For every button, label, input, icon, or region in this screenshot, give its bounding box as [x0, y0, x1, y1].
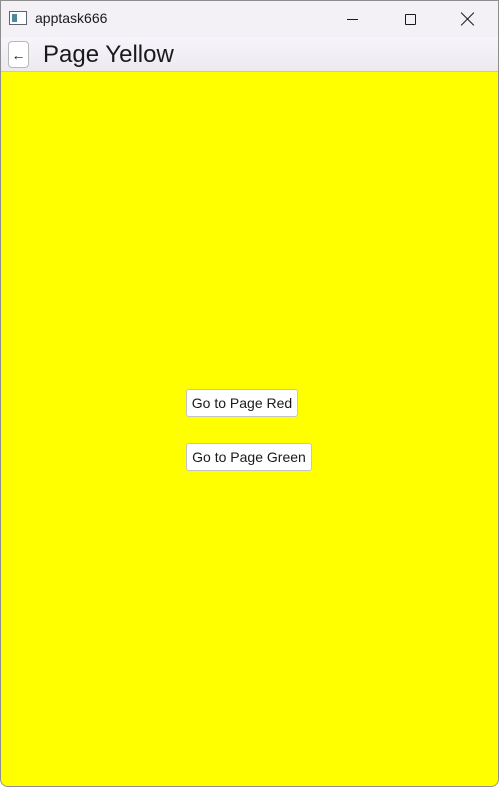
- minimize-button[interactable]: [323, 1, 381, 37]
- close-icon: [461, 12, 475, 26]
- close-button[interactable]: [439, 1, 497, 37]
- back-button[interactable]: ←: [8, 41, 29, 68]
- go-to-page-red-button[interactable]: Go to Page Red: [186, 389, 298, 417]
- window-title: apptask666: [35, 10, 108, 26]
- maximize-button[interactable]: [381, 1, 439, 37]
- page-content: Go to Page Red Go to Page Green: [1, 72, 498, 786]
- app-window: apptask666 ← Page Yellow Go to Page Red …: [0, 0, 499, 787]
- minimize-icon: [346, 18, 358, 20]
- maximize-icon: [404, 13, 416, 25]
- app-icon: [9, 11, 27, 25]
- title-bar[interactable]: apptask666: [1, 1, 498, 37]
- navigation-bar: ← Page Yellow: [1, 37, 498, 72]
- page-title: Page Yellow: [43, 41, 174, 68]
- go-to-page-green-button[interactable]: Go to Page Green: [186, 443, 312, 471]
